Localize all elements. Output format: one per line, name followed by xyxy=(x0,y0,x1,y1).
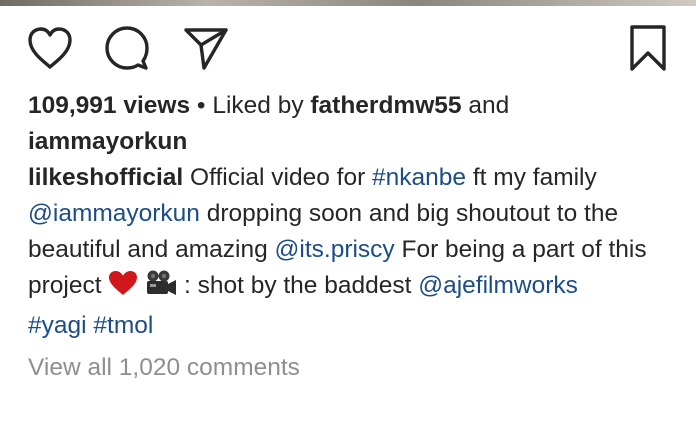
movie-camera-emoji-icon xyxy=(145,269,177,308)
save-button[interactable] xyxy=(620,20,676,76)
caption-text-2: ft my family xyxy=(466,164,597,191)
separator-dot: • xyxy=(190,92,213,119)
mention-iammayorkun[interactable]: @iammayorkun xyxy=(28,200,200,227)
comment-icon xyxy=(105,26,149,70)
paper-plane-icon xyxy=(184,28,228,70)
bookmark-icon xyxy=(630,25,666,71)
hashtag-yagi[interactable]: #yagi xyxy=(28,312,87,339)
caption-username[interactable]: lilkeshofficial xyxy=(28,164,183,191)
hashtag-tmol[interactable]: #tmol xyxy=(93,312,153,339)
caption-text-1: Official video for xyxy=(183,164,373,191)
post-caption: lilkeshofficial Official video for #nkan… xyxy=(28,160,678,344)
comment-button[interactable] xyxy=(99,20,155,76)
like-button[interactable] xyxy=(22,20,78,76)
liked-and: and xyxy=(461,92,510,119)
liked-by-user[interactable]: fatherdmw55 xyxy=(310,92,461,119)
post-details: 109,991 views • Liked by fatherdmw55 and… xyxy=(28,88,678,386)
liked-by-prefix: Liked by xyxy=(212,92,311,119)
view-all-comments-link[interactable]: View all 1,020 comments xyxy=(28,350,678,386)
red-heart-emoji-icon xyxy=(108,270,138,307)
mention-its-priscy[interactable]: @its.priscy xyxy=(275,236,395,263)
caption-text-5: : shot by the baddest xyxy=(177,272,419,299)
views-count[interactable]: 109,991 views xyxy=(28,92,190,119)
liked-by-other-user[interactable]: iammayorkun xyxy=(28,128,187,155)
post-image-edge xyxy=(0,0,696,6)
mention-ajefilmworks[interactable]: @ajefilmworks xyxy=(418,272,578,299)
share-button[interactable] xyxy=(178,20,234,76)
heart-icon xyxy=(28,27,72,69)
liked-by-others-line: iammayorkun xyxy=(28,124,678,160)
hashtag-nkanbe[interactable]: #nkanbe xyxy=(372,164,466,191)
views-and-likes: 109,991 views • Liked by fatherdmw55 and xyxy=(28,88,678,124)
post-action-bar xyxy=(0,20,696,76)
